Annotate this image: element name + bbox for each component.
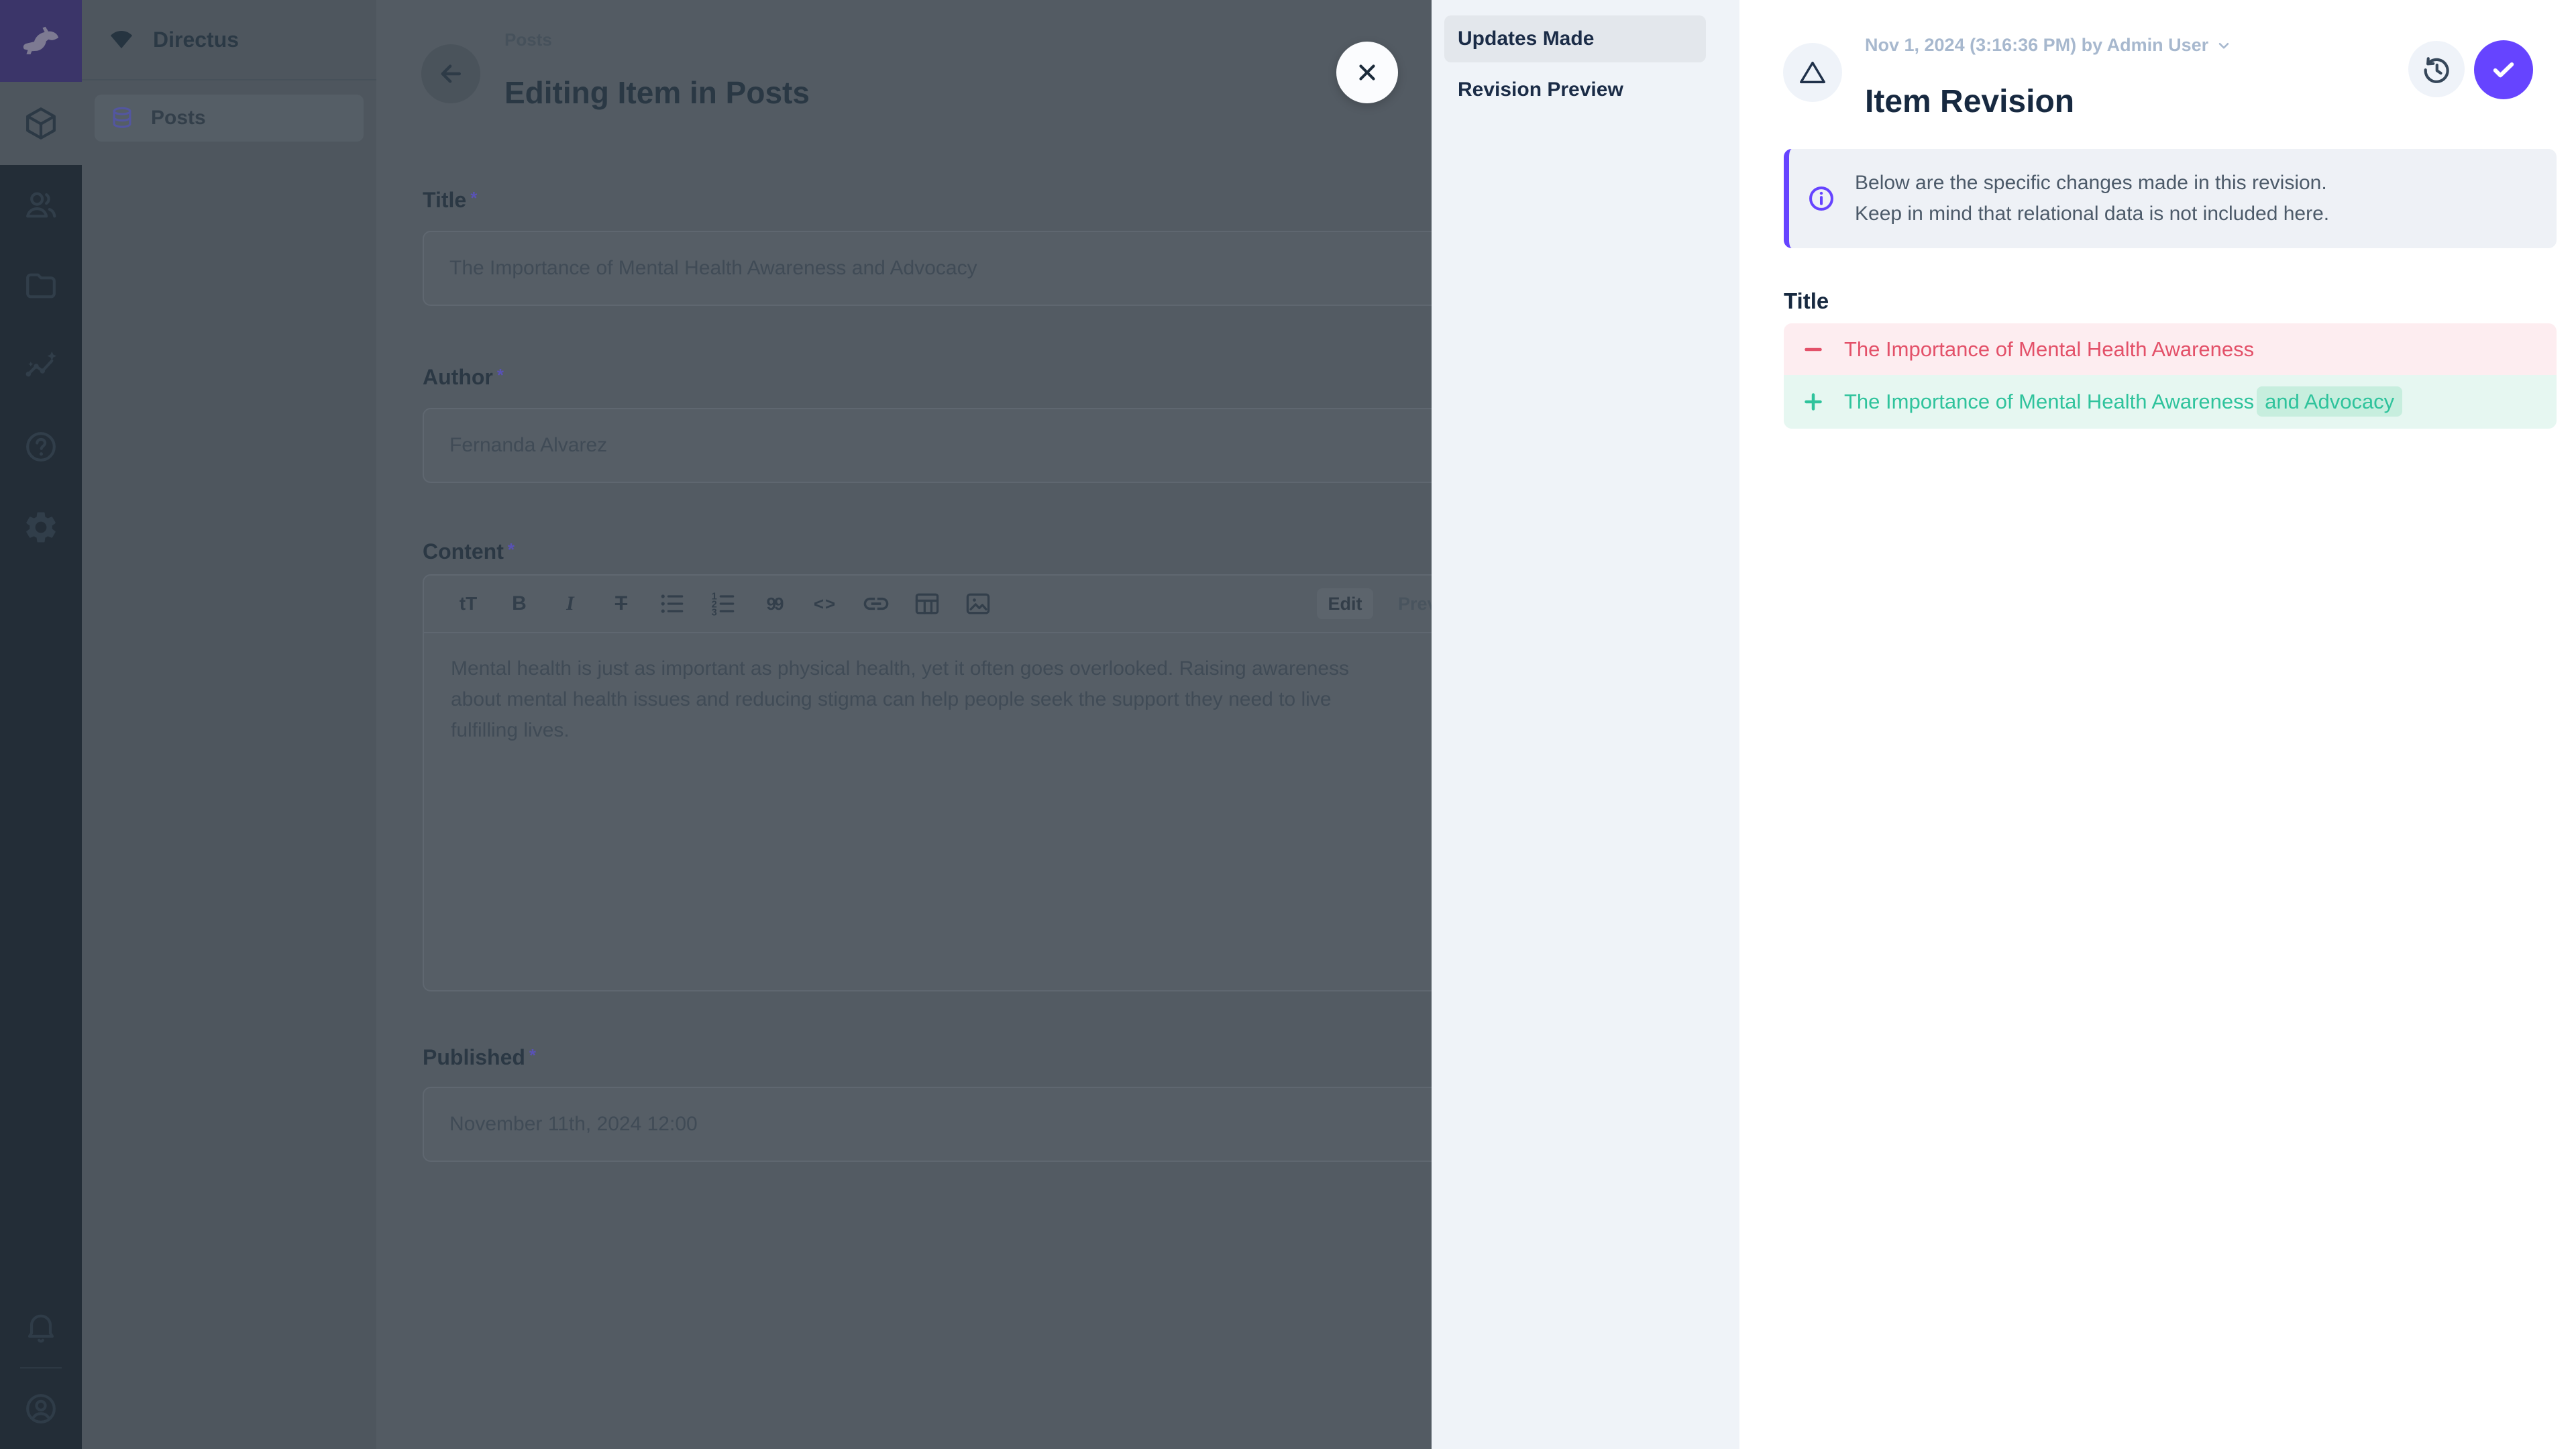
bold-icon[interactable]: B	[494, 592, 545, 615]
close-x-icon	[1354, 60, 1380, 85]
project-fan-icon	[107, 25, 136, 54]
bullet-list-icon[interactable]	[647, 589, 698, 619]
revert-button[interactable]	[2408, 41, 2465, 97]
module-docs[interactable]	[0, 407, 82, 487]
revision-type-button[interactable]	[1783, 43, 1842, 102]
author-field-label: Author*	[423, 365, 504, 390]
notice-text: Below are the specific changes made in t…	[1855, 168, 2329, 229]
diff-removed-row: The Importance of Mental Health Awarenes…	[1784, 323, 2557, 375]
svg-text:3: 3	[712, 607, 717, 618]
title-field-label: Title*	[423, 188, 477, 213]
table-icon[interactable]	[902, 589, 953, 619]
confirm-button[interactable]	[2474, 40, 2533, 99]
revision-drawer: Updates Made Revision Preview Nov 1, 202…	[1432, 0, 2576, 1449]
drawer-title: Item Revision	[1865, 83, 2074, 120]
database-icon	[109, 105, 135, 131]
drawer-close-button[interactable]	[1336, 42, 1398, 103]
module-settings[interactable]	[0, 487, 82, 568]
module-file-library[interactable]	[0, 246, 82, 326]
chevron-down-icon	[2215, 37, 2233, 54]
module-users[interactable]	[0, 165, 82, 246]
required-mark: *	[470, 188, 477, 208]
heading-icon[interactable]: tT	[443, 593, 494, 614]
breadcrumb[interactable]: Posts	[504, 30, 552, 50]
project-header[interactable]: Directus	[82, 0, 376, 80]
notifications-button[interactable]	[0, 1287, 82, 1367]
insights-icon	[22, 347, 60, 385]
project-name: Directus	[153, 28, 239, 52]
drawer-nav: Updates Made Revision Preview	[1432, 0, 1739, 1449]
preview-tab[interactable]: Preview	[1398, 588, 1432, 619]
directus-rabbit-icon	[19, 19, 63, 63]
editor-main: Posts Editing Item in Posts Title* Autho…	[376, 0, 1432, 1449]
folder-icon	[22, 267, 60, 305]
diff-removed-text: The Importance of Mental Health Awarenes…	[1844, 337, 2254, 362]
arrow-back-icon	[436, 59, 466, 89]
required-mark: *	[529, 1045, 536, 1065]
blockquote-icon[interactable]: 99	[749, 594, 800, 614]
history-icon	[2421, 54, 2452, 85]
info-icon	[1807, 184, 1836, 213]
markdown-toolbar: tT B I T 123 99 <>	[424, 576, 1432, 633]
content-textarea[interactable]: Mental health is just as important as ph…	[424, 633, 1417, 766]
drawer-panel: Nov 1, 2024 (3:16:36 PM) by Admin User I…	[1739, 0, 2576, 1449]
required-mark: *	[497, 365, 504, 385]
module-bar	[0, 0, 82, 1449]
author-input[interactable]	[423, 408, 1432, 483]
diff-field-label: Title	[1784, 288, 1829, 314]
strikethrough-icon[interactable]: T	[596, 592, 647, 615]
required-mark: *	[508, 539, 515, 559]
warning-triangle-icon	[1797, 57, 1828, 88]
diff-added-highlight: and Advocacy	[2257, 386, 2402, 417]
edit-tab[interactable]: Edit	[1317, 588, 1373, 619]
revision-meta-row[interactable]: Nov 1, 2024 (3:16:36 PM) by Admin User	[1865, 35, 2233, 56]
diff-added-text: The Importance of Mental Health Awarenes…	[1844, 390, 2402, 414]
notice-line-2: Keep in mind that relational data is not…	[1855, 199, 2329, 229]
module-insights[interactable]	[0, 326, 82, 407]
page-title: Editing Item in Posts	[504, 74, 810, 111]
module-content[interactable]	[0, 82, 82, 165]
bell-icon	[22, 1308, 60, 1346]
nav-item-label: Posts	[151, 107, 206, 129]
link-icon[interactable]	[851, 589, 902, 619]
revision-notice: Below are the specific changes made in t…	[1784, 149, 2557, 248]
help-icon	[22, 428, 60, 466]
title-input[interactable]	[423, 231, 1432, 306]
account-circle-icon	[22, 1390, 60, 1428]
user-menu-button[interactable]	[0, 1368, 82, 1449]
cube-icon	[22, 105, 60, 142]
italic-icon[interactable]: I	[545, 592, 596, 615]
drawer-nav-revision-preview[interactable]: Revision Preview	[1444, 66, 1706, 113]
users-icon	[22, 186, 60, 224]
revision-meta: Nov 1, 2024 (3:16:36 PM) by Admin User	[1865, 35, 2208, 56]
plus-icon	[1801, 390, 1825, 414]
diff-added-row: The Importance of Mental Health Awarenes…	[1784, 375, 2557, 429]
markdown-editor: tT B I T 123 99 <>	[423, 574, 1432, 991]
check-icon	[2489, 56, 2518, 84]
code-icon[interactable]: <>	[800, 594, 851, 614]
published-input[interactable]	[423, 1087, 1432, 1162]
nav-item-posts[interactable]: Posts	[95, 95, 364, 142]
image-icon[interactable]	[953, 589, 1004, 619]
back-button[interactable]	[421, 44, 480, 103]
nav-panel: Directus Posts	[82, 0, 376, 1449]
published-field-label: Published*	[423, 1045, 536, 1070]
directus-logo-button[interactable]	[0, 0, 82, 82]
content-field-label: Content*	[423, 539, 515, 564]
minus-icon	[1801, 337, 1825, 362]
screen: Directus Posts Posts Editing Item in Pos…	[0, 0, 2576, 1449]
gear-icon	[22, 508, 60, 546]
notice-line-1: Below are the specific changes made in t…	[1855, 168, 2329, 199]
numbered-list-icon[interactable]: 123	[698, 589, 749, 619]
drawer-nav-updates-made[interactable]: Updates Made	[1444, 15, 1706, 62]
